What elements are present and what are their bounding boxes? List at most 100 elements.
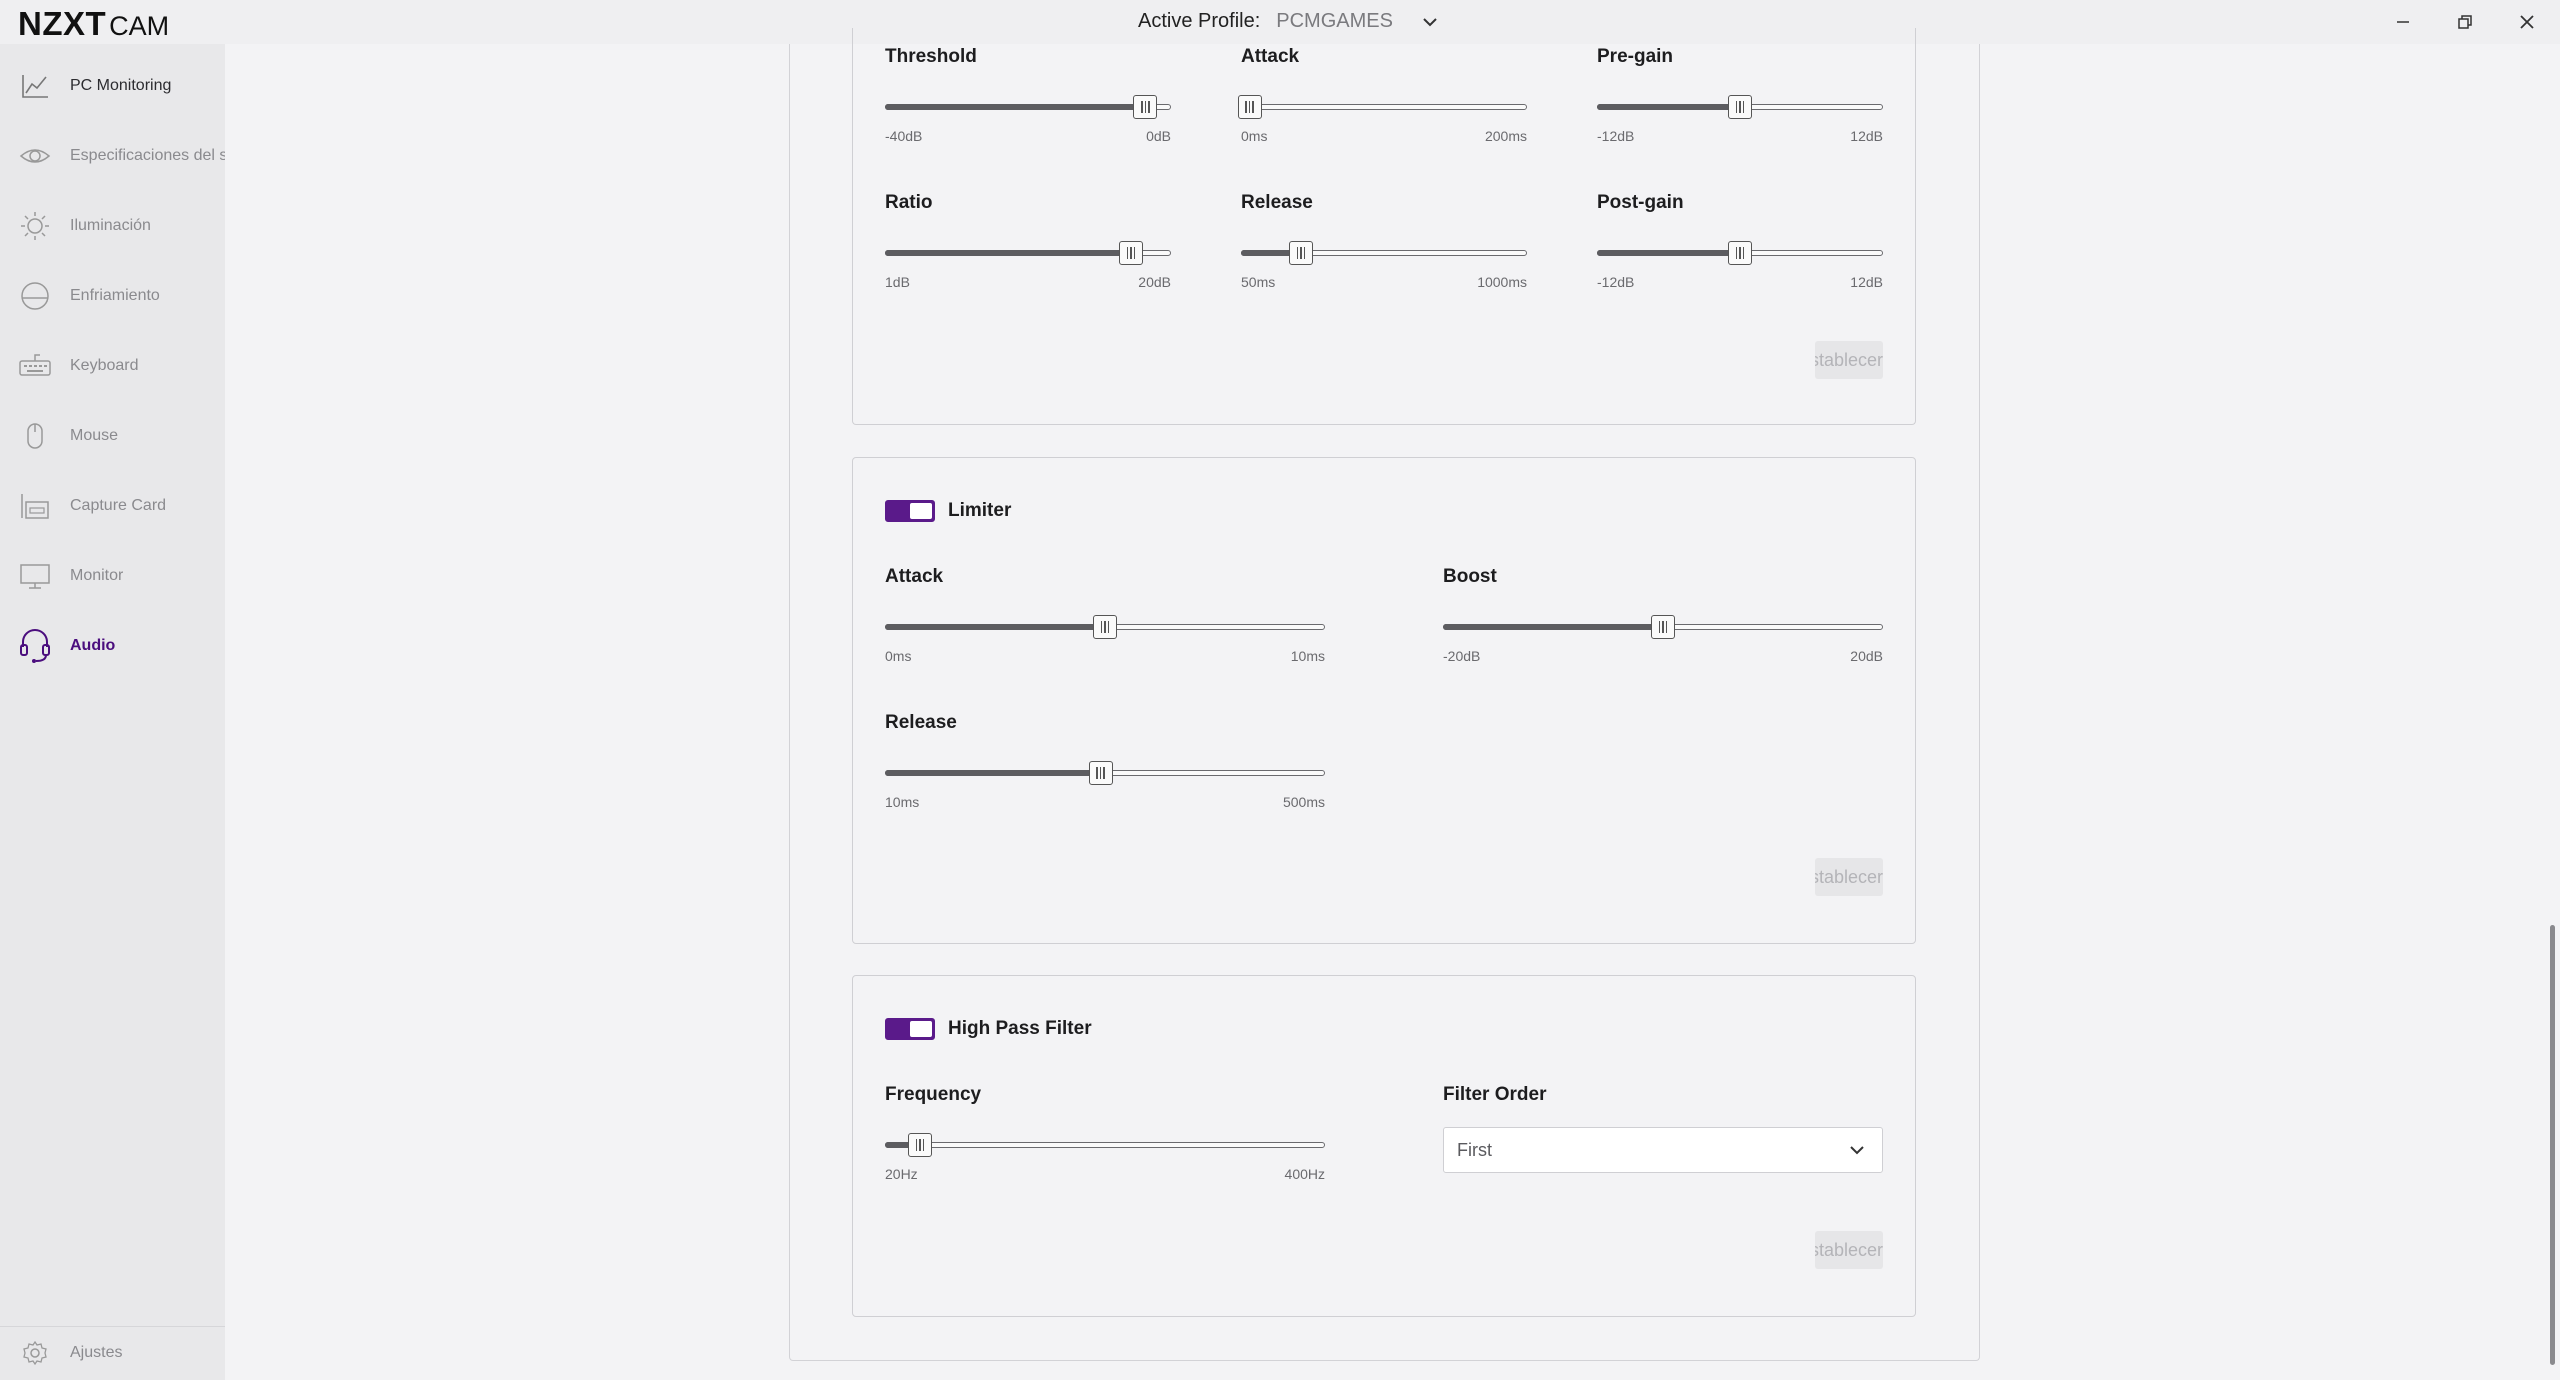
- reset-button[interactable]: Restablecer: [1815, 341, 1883, 379]
- eye-icon: [18, 139, 52, 173]
- range-min: 50ms: [1241, 274, 1276, 290]
- slider-thumb[interactable]: [1651, 615, 1675, 639]
- attack-slider[interactable]: 0ms 200ms: [1237, 92, 1527, 144]
- close-icon: [2520, 15, 2534, 29]
- range-min: -12dB: [1597, 128, 1635, 144]
- limiter-toggle[interactable]: [885, 500, 935, 522]
- pregain-label: Pre-gain: [1597, 46, 1674, 67]
- capture-card-icon: [18, 489, 52, 523]
- slider-fill: [1443, 624, 1663, 630]
- release-slider[interactable]: 50ms 1000ms: [1241, 238, 1527, 290]
- sidebar-item-keyboard[interactable]: Keyboard: [0, 339, 225, 393]
- monitor-icon: [18, 559, 52, 593]
- sidebar-item-cooling[interactable]: Enfriamiento: [0, 269, 225, 323]
- high-pass-filter-card: High Pass Filter Frequency 20Hz 400Hz Fi…: [852, 975, 1916, 1317]
- sidebar-item-label: Enfriamiento: [70, 287, 160, 304]
- sidebar-item-label: Audio: [70, 637, 116, 654]
- cooling-icon: [18, 279, 52, 313]
- threshold-slider[interactable]: -40dB 0dB: [885, 92, 1171, 144]
- slider-thumb[interactable]: [908, 1133, 933, 1157]
- sidebar-item-label: Mouse: [70, 427, 119, 444]
- range-max: 200ms: [1484, 128, 1527, 144]
- sidebar-item-lighting[interactable]: Iluminación: [0, 199, 225, 253]
- sidebar-item-capture-card[interactable]: Capture Card: [0, 479, 225, 533]
- range-max: 20dB: [1850, 648, 1883, 664]
- range-min: 0ms: [1241, 128, 1268, 144]
- sidebar-item-label: Monitor: [70, 567, 124, 584]
- sidebar-item-label: Capture Card: [70, 497, 167, 514]
- minimize-button[interactable]: [2372, 0, 2434, 44]
- limiter-card: Limiter Attack 0ms 10ms Boost -20dB 20dB…: [852, 457, 1916, 944]
- slider-thumb[interactable]: [1728, 241, 1752, 265]
- sun-icon: [18, 209, 52, 243]
- sidebar-item-label: Ajustes: [70, 1344, 123, 1361]
- gear-icon: [18, 1336, 52, 1370]
- sidebar-item-system-specs[interactable]: Especificaciones del sistema: [0, 129, 225, 183]
- slider-fill: [885, 770, 1101, 776]
- limiter-release-slider[interactable]: 10ms 500ms: [885, 758, 1325, 810]
- logo-sub: CAM: [109, 11, 170, 41]
- frequency-slider[interactable]: 20Hz 400Hz: [885, 1130, 1325, 1182]
- slider-track: [1241, 104, 1527, 110]
- filter-order-select[interactable]: First: [1443, 1127, 1883, 1173]
- attack-label: Attack: [1241, 46, 1300, 67]
- logo-main: NZXT: [18, 5, 107, 42]
- filter-order-label: Filter Order: [1443, 1084, 1547, 1105]
- slider-fill: [885, 250, 1131, 256]
- slider-thumb[interactable]: [1133, 95, 1158, 119]
- hpf-header: High Pass Filter: [885, 1018, 1092, 1040]
- chevron-down-icon: [1850, 1145, 1864, 1155]
- pregain-slider[interactable]: -12dB 12dB: [1597, 92, 1883, 144]
- release-label: Release: [1241, 192, 1313, 213]
- range-max: 12dB: [1850, 128, 1883, 144]
- range-min: -12dB: [1597, 274, 1635, 290]
- range-min: 10ms: [885, 794, 920, 810]
- range-max: 400Hz: [1284, 1166, 1325, 1182]
- limiter-title: Limiter: [948, 500, 1012, 521]
- slider-fill: [885, 104, 1146, 110]
- restore-button[interactable]: [2434, 0, 2496, 44]
- slider-thumb[interactable]: [1289, 241, 1314, 265]
- limiter-header: Limiter: [885, 500, 1011, 522]
- minimize-icon: [2397, 21, 2409, 23]
- postgain-slider[interactable]: -12dB 12dB: [1597, 238, 1883, 290]
- sidebar-item-monitor[interactable]: Monitor: [0, 549, 225, 603]
- range-max: 0dB: [1146, 128, 1171, 144]
- slider-thumb[interactable]: [1728, 95, 1752, 119]
- hpf-title: High Pass Filter: [948, 1018, 1092, 1039]
- threshold-label: Threshold: [885, 46, 977, 67]
- range-min: 20Hz: [885, 1166, 918, 1182]
- reset-button[interactable]: Restablecer: [1815, 1231, 1883, 1269]
- limiter-attack-label: Attack: [885, 566, 944, 587]
- range-max: 1000ms: [1477, 274, 1527, 290]
- sidebar-item-audio[interactable]: Audio: [0, 619, 225, 673]
- slider-thumb[interactable]: [1088, 761, 1113, 785]
- sidebar-item-mouse[interactable]: Mouse: [0, 409, 225, 463]
- slider-thumb[interactable]: [1093, 615, 1117, 639]
- scrollbar-thumb[interactable]: [2550, 925, 2555, 1365]
- close-button[interactable]: [2496, 0, 2558, 44]
- slider-thumb[interactable]: [1118, 241, 1143, 265]
- sidebar-item-settings[interactable]: Ajustes: [0, 1326, 225, 1380]
- limiter-attack-slider[interactable]: 0ms 10ms: [885, 612, 1325, 664]
- ratio-slider[interactable]: 1dB 20dB: [885, 238, 1171, 290]
- reset-button[interactable]: Restablecer: [1815, 858, 1883, 896]
- slider-fill: [1597, 104, 1740, 110]
- limiter-boost-slider[interactable]: -20dB 20dB: [1443, 612, 1883, 664]
- range-max: 12dB: [1850, 274, 1883, 290]
- sidebar-item-label: PC Monitoring: [70, 77, 172, 94]
- postgain-label: Post-gain: [1597, 192, 1684, 213]
- chevron-down-icon[interactable]: [1423, 17, 1437, 27]
- sidebar: PC Monitoring Especificaciones del siste…: [0, 44, 225, 1380]
- sidebar-item-label: Keyboard: [70, 357, 139, 374]
- frequency-label: Frequency: [885, 1084, 982, 1105]
- limiter-boost-label: Boost: [1443, 566, 1497, 587]
- restore-icon: [2458, 15, 2472, 29]
- hpf-toggle[interactable]: [885, 1018, 935, 1040]
- slider-track: [885, 1142, 1325, 1148]
- sidebar-item-pc-monitoring[interactable]: PC Monitoring: [0, 59, 225, 113]
- app-logo: NZXT CAM: [18, 5, 169, 43]
- chart-line-icon: [18, 69, 52, 103]
- slider-thumb[interactable]: [1237, 95, 1262, 119]
- keyboard-icon: [18, 349, 52, 383]
